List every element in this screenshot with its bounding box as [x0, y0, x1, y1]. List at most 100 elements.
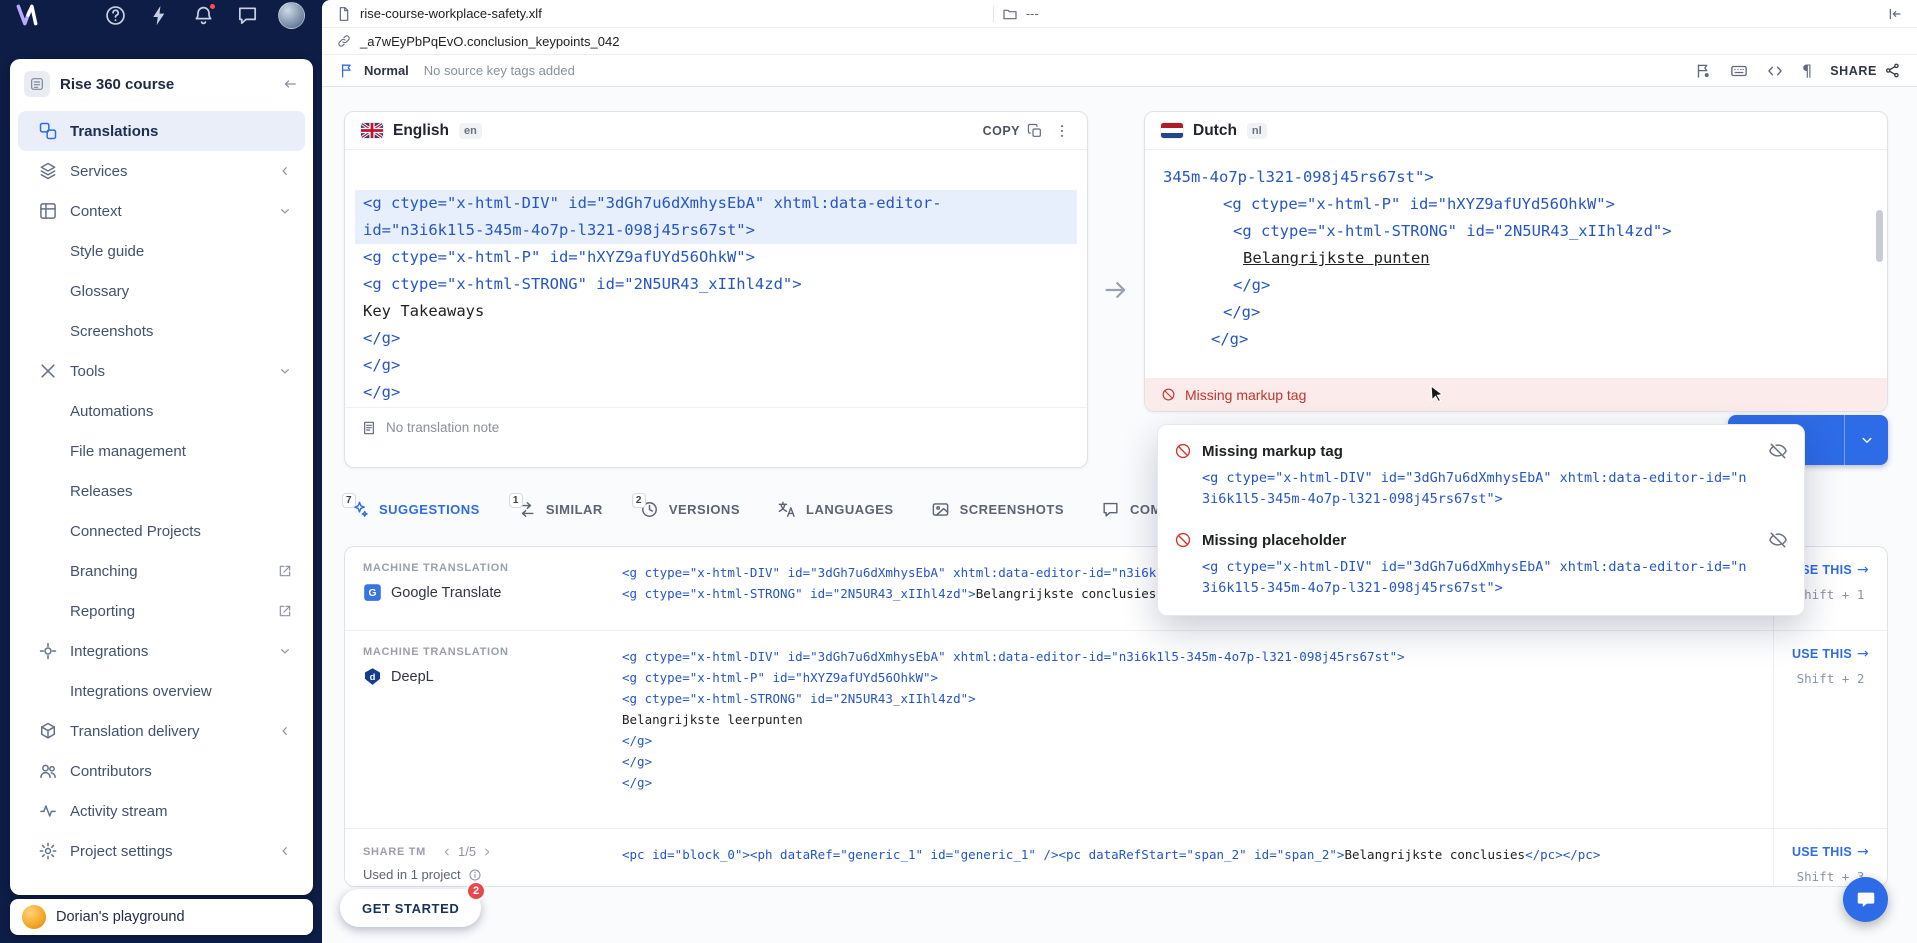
- get-started-badge: 2: [466, 881, 486, 901]
- sidebar-item-style-guide[interactable]: Style guide: [18, 231, 305, 271]
- tab-count-badge: 7: [342, 493, 356, 508]
- pagination-prev-icon[interactable]: [440, 845, 454, 859]
- tab-languages[interactable]: LANGUAGES: [777, 500, 894, 519]
- tools-icon: [38, 361, 58, 381]
- sidebar-item-activity-stream[interactable]: Activity stream: [18, 791, 305, 831]
- sidebar-item-label: Context: [70, 203, 122, 220]
- use-this-button[interactable]: USE THIS→: [1792, 646, 1869, 662]
- arrow-right-icon: [1101, 275, 1131, 305]
- sidebar-item-branching[interactable]: Branching: [18, 551, 305, 591]
- get-started-button[interactable]: GET STARTED 2: [340, 889, 481, 927]
- sidebar-item-integrations[interactable]: Integrations: [18, 631, 305, 671]
- help-icon[interactable]: [104, 4, 127, 27]
- app-logo[interactable]: [14, 2, 40, 28]
- sidebar-item-releases[interactable]: Releases: [18, 471, 305, 511]
- target-text-editor[interactable]: 345m-4o7p-l321-098j45rs67st"><g ctype="x…: [1145, 150, 1887, 353]
- qa-error-item: Missing markup tag<g ctype="x-html-DIV" …: [1174, 441, 1788, 510]
- keyboard-icon[interactable]: [1730, 62, 1748, 80]
- sidebar-item-context[interactable]: Context: [18, 191, 305, 231]
- tab-suggestions[interactable]: 7SUGGESTIONS: [350, 500, 480, 519]
- sidebar-collapse-icon[interactable]: [281, 75, 299, 93]
- scrollbar-thumb[interactable]: [1876, 210, 1883, 262]
- file-name[interactable]: rise-course-workplace-safety.xlf: [360, 6, 542, 21]
- sidebar-item-label: Integrations: [70, 643, 148, 660]
- translation-key-id[interactable]: _a7wEyPbPqEvO.conclusion_keypoints_042: [360, 34, 619, 49]
- sidebar-item-connected-projects[interactable]: Connected Projects: [18, 511, 305, 551]
- sidebar-item-tools[interactable]: Tools: [18, 351, 305, 391]
- quick-actions-icon[interactable]: [148, 4, 171, 27]
- code-line: </g>: [622, 751, 1765, 772]
- suggestion-row: MACHINE TRANSLATIONdDeepL<g ctype="x-htm…: [345, 631, 1887, 829]
- provider-name: DeepL: [391, 669, 434, 685]
- use-this-arrow-icon: →: [1857, 562, 1869, 578]
- source-pane: English en COPY <g ctype="x-html-DIV" id…: [344, 111, 1088, 468]
- external-icon[interactable]: [277, 563, 293, 579]
- notifications-bell-icon[interactable]: [192, 4, 215, 27]
- status-selector[interactable]: Normal: [364, 63, 409, 78]
- sidebar-item-reporting[interactable]: Reporting: [18, 591, 305, 631]
- sidebar-item-label: Branching: [70, 563, 138, 580]
- workspace-switcher[interactable]: Dorian's playground: [10, 899, 313, 935]
- tab-similar[interactable]: 1SIMILAR: [517, 500, 603, 519]
- project-switcher[interactable]: Rise 360 course: [10, 59, 313, 109]
- key-bar: _a7wEyPbPqEvO.conclusion_keypoints_042: [322, 28, 1917, 55]
- code-line: <g ctype="x-html-P" id="hXYZ9afUYd56OhkW…: [363, 244, 1069, 271]
- share-button[interactable]: SHARE: [1830, 62, 1901, 79]
- folder-label[interactable]: ---: [1026, 6, 1039, 21]
- code-view-icon[interactable]: [1766, 62, 1784, 80]
- intercom-chat-button[interactable]: [1843, 877, 1888, 922]
- pilcrow-icon[interactable]: ¶: [1802, 62, 1812, 80]
- sidebar-item-screenshots[interactable]: Screenshots: [18, 311, 305, 351]
- eye-off-icon[interactable]: [1768, 441, 1788, 461]
- left-rail: Rise 360 course TranslationsServices Cont…: [0, 0, 322, 943]
- collapse-panel-icon[interactable]: [1887, 6, 1903, 22]
- suggestion-row: SHARE TM1/5Used in 1 project<pc id="bloc…: [345, 829, 1887, 887]
- qa-errors-popup: Missing markup tag<g ctype="x-html-DIV" …: [1157, 424, 1805, 616]
- tab-screenshots[interactable]: SCREENSHOTS: [931, 500, 1064, 519]
- messages-icon[interactable]: [236, 4, 259, 27]
- suggestion-category: MACHINE TRANSLATION: [363, 646, 509, 658]
- provider-google-translate: GGoogle Translate: [363, 583, 602, 602]
- flag-badge-icon[interactable]: [1694, 62, 1712, 80]
- sidebar-item-automations[interactable]: Automations: [18, 391, 305, 431]
- user-avatar[interactable]: [278, 2, 305, 29]
- code-line: Belangrijkste leerpunten: [622, 709, 1765, 730]
- save-options-button[interactable]: [1844, 415, 1888, 465]
- sidebar-item-integrations-overview[interactable]: Integrations overview: [18, 671, 305, 711]
- suggestion-text[interactable]: <pc id="block_0"><ph dataRef="generic_1"…: [622, 829, 1773, 887]
- translation-note-footer[interactable]: No translation note: [345, 407, 1087, 467]
- sidebar-item-translations[interactable]: Translations: [18, 111, 305, 151]
- chev-left-icon: [277, 723, 293, 739]
- use-this-label: USE THIS: [1792, 647, 1852, 661]
- folder-icon[interactable]: [1002, 6, 1018, 22]
- copy-source-button[interactable]: COPY: [983, 123, 1043, 139]
- eye-off-icon[interactable]: [1768, 530, 1788, 550]
- sidebar-nav: TranslationsServices Context Style guideGl…: [10, 109, 313, 871]
- external-icon[interactable]: [277, 603, 293, 619]
- pagination-next-icon[interactable]: [480, 845, 494, 859]
- sidebar-item-translation-delivery[interactable]: Translation delivery: [18, 711, 305, 751]
- info-icon[interactable]: [468, 868, 482, 882]
- sidebar-item-contributors[interactable]: Contributors: [18, 751, 305, 791]
- get-started-label: GET STARTED: [362, 901, 459, 916]
- sidebar-item-project-settings[interactable]: Project settings: [18, 831, 305, 871]
- chev-left-icon: [277, 843, 293, 859]
- languages-icon: [777, 500, 796, 519]
- use-this-button[interactable]: USE THIS→: [1792, 844, 1869, 860]
- tab-versions[interactable]: 2VERSIONS: [640, 500, 740, 519]
- sidebar-item-glossary[interactable]: Glossary: [18, 271, 305, 311]
- suggestion-text[interactable]: <g ctype="x-html-DIV" id="3dGh7u6dXmhysE…: [622, 631, 1773, 828]
- comments-icon: [1101, 500, 1120, 519]
- sidebar-item-label: Contributors: [70, 763, 152, 780]
- inline-error-banner[interactable]: Missing markup tag: [1145, 378, 1887, 411]
- svg-text:G: G: [369, 588, 377, 599]
- qa-error-code: <g ctype="x-html-DIV" id="3dGh7u6dXmhysE…: [1202, 557, 1788, 599]
- sidebar-item-services[interactable]: Services: [18, 151, 305, 191]
- code-line: </g>: [622, 772, 1765, 793]
- inline-error-label: Missing markup tag: [1185, 387, 1306, 403]
- sidebar-item-file-management[interactable]: File management: [18, 431, 305, 471]
- source-text[interactable]: <g ctype="x-html-DIV" id="3dGh7u6dXmhysE…: [345, 150, 1087, 406]
- file-bar: rise-course-workplace-safety.xlf ---: [322, 0, 1917, 28]
- copy-label: COPY: [983, 124, 1020, 138]
- more-options-icon[interactable]: [1053, 122, 1071, 140]
